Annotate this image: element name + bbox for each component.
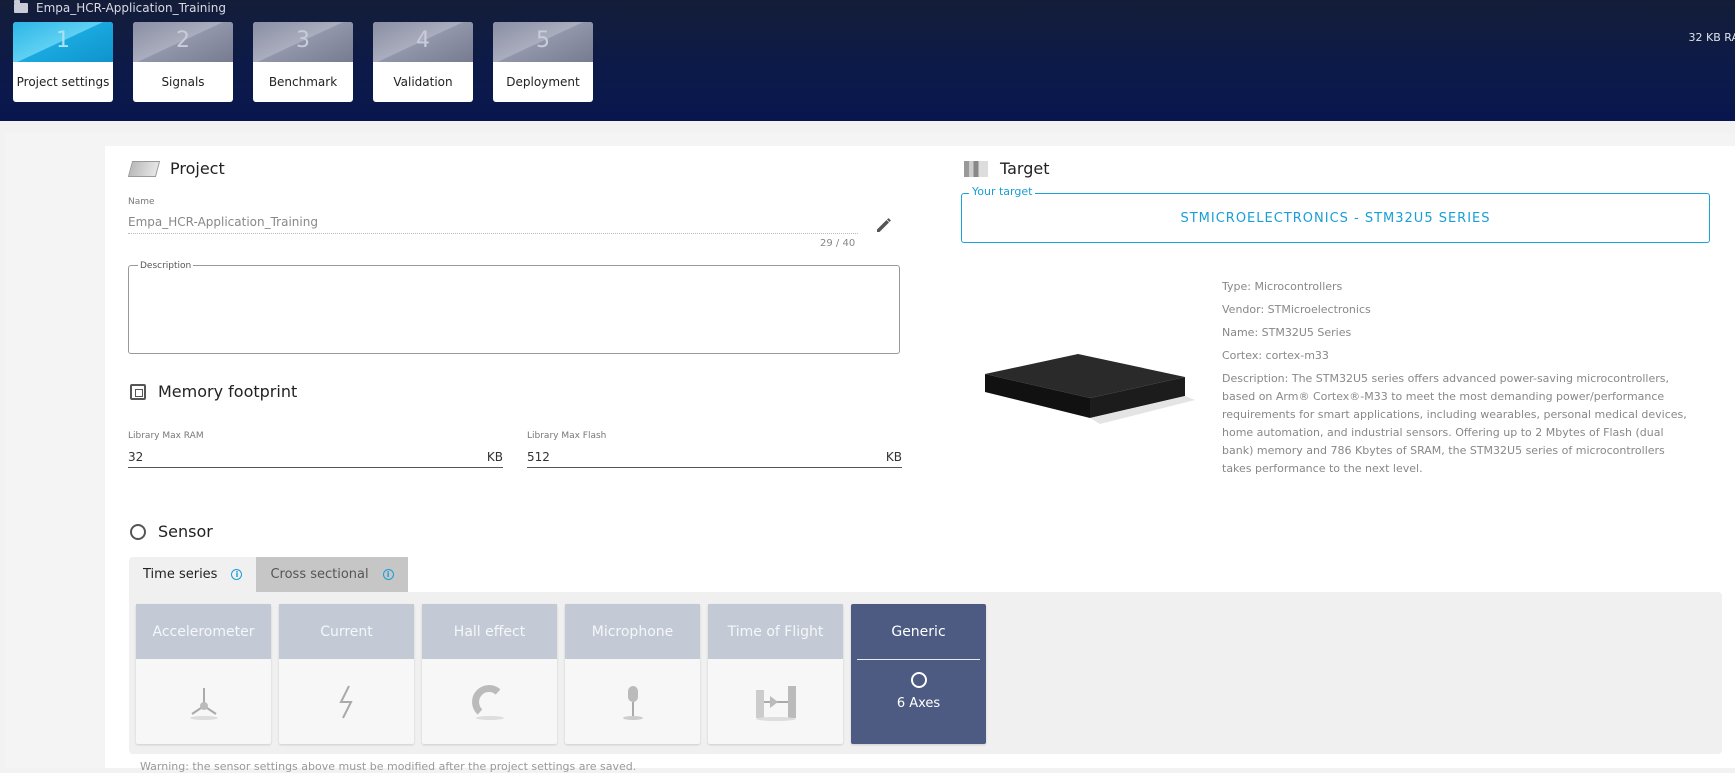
description-textarea[interactable] (128, 265, 900, 354)
step-label: Project settings (16, 75, 110, 89)
step-project-settings[interactable]: 1 Project settings (13, 22, 113, 102)
memory-section-title: Memory footprint (130, 382, 297, 401)
flash-unit: KB (885, 450, 902, 464)
target-type: Type: Microcontrollers (1222, 280, 1343, 293)
flash-value: 512 (527, 450, 550, 464)
memory-title: Memory footprint (158, 382, 298, 401)
project-icon (127, 160, 161, 177)
tile-label: Hall effect (422, 604, 557, 659)
name-label: Name (128, 197, 155, 207)
ram-input[interactable]: 32 KB (128, 450, 503, 468)
project-section-title: Project (127, 159, 225, 178)
tile-label: Current (279, 604, 414, 659)
step-navigation: 1 Project settings 2 Signals 3 Benchmark… (13, 22, 593, 102)
project-title: Project (170, 159, 225, 178)
target-section-title: Target (964, 159, 1050, 178)
target-board-icon (964, 160, 988, 177)
sensor-title: Sensor (158, 522, 213, 541)
generic-sensor-icon (910, 672, 927, 688)
accelerometer-icon (189, 687, 218, 720)
step-label: Signals (161, 75, 205, 89)
tab-label: Cross sectional (270, 567, 369, 582)
time-of-flight-icon (755, 685, 796, 721)
sensor-icon (130, 523, 146, 540)
axes-count: 6 Axes (896, 696, 941, 711)
sensor-warning: Warning: the sensor settings above must … (140, 760, 637, 773)
sensor-tile-generic[interactable]: Generic 6 Axes (851, 604, 986, 744)
flash-input[interactable]: 512 KB (527, 450, 902, 468)
tab-time-series[interactable]: Time series i (129, 557, 257, 592)
step-label: Validation (393, 75, 453, 89)
target-legend: Your target (969, 185, 1036, 198)
flash-label: Library Max Flash (527, 431, 607, 441)
sensor-section-title: Sensor (130, 522, 213, 541)
current-icon (338, 685, 353, 718)
name-char-counter: 29 / 40 (820, 238, 856, 249)
step-signals[interactable]: 2 Signals (133, 22, 233, 102)
project-name-field[interactable]: Empa_HCR-Application_Training (128, 215, 858, 234)
ram-unit: KB (486, 450, 503, 464)
breadcrumb[interactable]: Empa_HCR-Application_Training (14, 0, 226, 15)
sensor-tile-current[interactable]: Current (279, 604, 414, 744)
microphone-icon (622, 685, 643, 720)
target-details: Type: Microcontrollers Vendor: STMicroel… (1222, 278, 1694, 483)
info-icon[interactable]: i (231, 569, 243, 580)
tile-label: Generic (857, 604, 980, 660)
info-icon[interactable]: i (382, 569, 394, 580)
step-number: 5 (493, 22, 593, 62)
step-number: 3 (253, 22, 353, 62)
step-label: Benchmark (268, 75, 338, 89)
tile-label: Time of Flight (708, 604, 843, 659)
ram-label: Library Max RAM (128, 431, 204, 441)
top-bar: Empa_HCR-Application_Training 1 Project … (0, 0, 1735, 121)
target-value: STMICROELECTRONICS - STM32U5 SERIES (1180, 210, 1491, 226)
target-vendor: Vendor: STMicroelectronics (1222, 303, 1371, 316)
chip-icon (130, 383, 146, 400)
tile-label: Microphone (565, 604, 700, 659)
description-label: Description (138, 261, 194, 271)
step-deployment[interactable]: 5 Deployment (493, 22, 593, 102)
step-benchmark[interactable]: 3 Benchmark (253, 22, 353, 102)
ram-value: 32 (128, 450, 144, 464)
tab-cross-sectional[interactable]: Cross sectional i (256, 557, 408, 592)
sensor-tabs: Time series i Cross sectional i (129, 557, 408, 592)
sensor-tile-microphone[interactable]: Microphone (565, 604, 700, 744)
target-selector[interactable]: STMICROELECTRONICS - STM32U5 SERIES (961, 193, 1710, 243)
step-label: Deployment (506, 75, 580, 89)
edit-name-pencil-icon[interactable] (874, 215, 894, 235)
sensor-tile-hall-effect[interactable]: Hall effect (422, 604, 557, 744)
folder-icon (14, 0, 28, 13)
target-cortex: Cortex: cortex-m33 (1222, 349, 1329, 362)
step-number: 1 (13, 22, 113, 62)
step-number: 2 (133, 22, 233, 62)
target-description: Description: The STM32U5 series offers a… (1222, 372, 1687, 475)
target-name: Name: STM32U5 Series (1222, 326, 1352, 339)
tile-label: Accelerometer (136, 604, 271, 659)
breadcrumb-project[interactable]: Empa_HCR-Application_Training (36, 1, 226, 15)
step-validation[interactable]: 4 Validation (373, 22, 473, 102)
sensor-tile-accelerometer[interactable]: Accelerometer (136, 604, 271, 744)
mcu-chip-image (985, 354, 1195, 424)
step-number: 4 (373, 22, 473, 62)
target-title: Target (1000, 159, 1050, 178)
tab-label: Time series (143, 567, 218, 582)
sensor-tile-time-of-flight[interactable]: Time of Flight (708, 604, 843, 744)
magnet-icon (471, 684, 504, 720)
ram-indicator: 32 KB RA (1688, 31, 1735, 44)
